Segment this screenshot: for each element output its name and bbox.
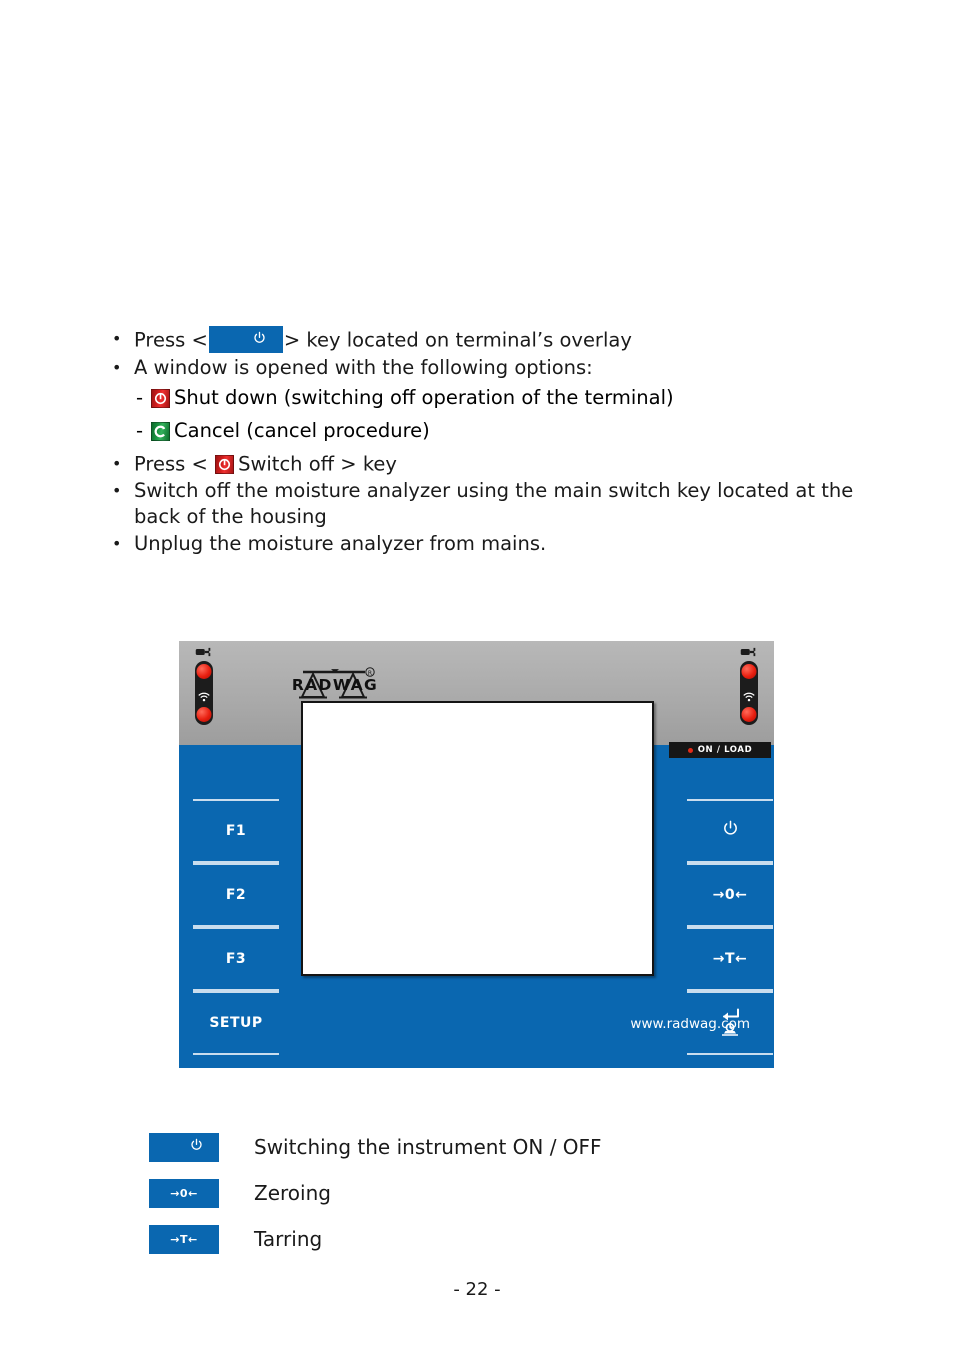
led-indicator [196,707,212,722]
key-divider [687,927,773,929]
sub-option-cancel: - Cancel (cancel procedure) [136,415,898,447]
bullet-marker: • [112,453,122,473]
bullet-marker: • [112,357,122,377]
shutdown-icon [215,454,235,474]
key-divider [193,991,279,993]
power-icon [252,327,267,353]
dash-marker: - [136,418,144,442]
tare-key[interactable]: →T← [687,927,773,991]
led-indicator [741,664,757,679]
key-divider [193,1053,279,1055]
legend-row-zero: →0← Zeroing [149,1170,769,1216]
instruction-text: Press < > key located on terminal’s over… [134,326,898,354]
instruction-text: Press < Switch off > key [134,451,898,478]
terminal-website: www.radwag.com [630,1016,750,1032]
zero-key[interactable]: →0← [687,863,773,927]
list-item-press-power-key: • Press < > key located on terminal’s ov… [108,326,898,354]
sub-option-label: Shut down (switching off operation of th… [174,385,674,409]
list-item-press-switch-off: • Press < Switch off > key [108,451,898,478]
shutdown-icon [151,388,170,408]
power-icon [687,819,773,844]
status-led-strip-left [195,661,213,725]
f1-key[interactable]: F1 [193,799,279,863]
instruction-text: Unplug the moisture analyzer from mains. [134,532,547,555]
on-load-led-icon [687,747,693,753]
dash-marker: - [136,385,144,409]
cancel-icon [151,421,170,441]
f2-key[interactable]: F2 [193,863,279,927]
svg-text:RADWAG: RADWAG [292,676,378,694]
key-divider [687,1053,773,1055]
bullet-marker: • [112,481,122,500]
instruction-text-after: > key located on terminal’s overlay [283,328,632,352]
page-number: - 22 - [453,1279,501,1300]
instruction-text: Switch off the moisture analyzer using t… [134,479,854,528]
wifi-icon [197,688,211,702]
sub-option-text: Cancel (cancel procedure) [150,415,430,447]
zero-icon: →0← [170,1186,198,1200]
legend-description: Zeroing [254,1181,331,1205]
tare-key-label: →T← [712,951,748,967]
on-load-label: ON / LOAD [697,745,753,755]
f1-key-label: F1 [225,823,247,839]
wifi-icon [742,688,756,702]
key-divider [193,799,279,801]
tare-icon: →T← [170,1232,198,1246]
terminal-display[interactable] [301,701,654,976]
f3-key[interactable]: F3 [193,927,279,991]
key-divider [193,863,279,865]
list-item-unplug: • Unplug the moisture analyzer from main… [108,531,898,557]
terminal-figure: R RADWAG ON / LOAD F1 F2 F3 SETUP →0← →T… [179,641,774,1068]
instruction-text-before: Press < [134,452,215,475]
legend-description: Switching the instrument ON / OFF [254,1135,602,1159]
led-indicator [196,664,212,679]
sub-option-shut-down: - Shut down (switching off operation of … [136,382,898,414]
sub-option-label: Cancel (cancel procedure) [174,418,430,442]
legend-description: Tarring [254,1227,323,1251]
power-icon [189,1137,204,1157]
f2-key-label: F2 [225,887,247,903]
list-item-main-switch: • Switch off the moisture analyzer using… [108,478,898,530]
list-item-window-opened: • A window is opened with the following … [108,355,898,381]
instruction-list: • Press < > key located on terminal’s ov… [108,326,898,558]
instruction-text: A window is opened with the following op… [134,355,593,379]
key-divider [687,799,773,801]
bullet-marker: • [112,329,122,348]
plug-icon [740,644,758,658]
on-load-indicator: ON / LOAD [669,742,771,758]
legend-row-power: Switching the instrument ON / OFF [149,1124,769,1170]
led-indicator [741,707,757,722]
status-led-strip-right [740,661,758,725]
instruction-text-after: Switch off > key [238,452,397,475]
zero-key-label: →0← [712,887,748,903]
sub-option-text: Shut down (switching off operation of th… [150,382,674,414]
plug-icon [195,644,213,658]
key-divider [687,991,773,993]
setup-key-label: SETUP [209,1015,263,1031]
key-divider [687,863,773,865]
instruction-text-before: Press < [134,328,208,352]
setup-key[interactable]: SETUP [193,991,279,1055]
power-key-swatch [149,1132,219,1162]
f3-key-label: F3 [225,951,247,967]
power-key[interactable] [687,799,773,863]
key-legend: Switching the instrument ON / OFF →0← Ze… [149,1124,769,1262]
legend-row-tare: →T← Tarring [149,1216,769,1262]
left-key-column: F1 F2 F3 SETUP [193,799,279,1055]
bullet-marker: • [112,534,122,553]
tare-key-swatch: →T← [149,1224,219,1254]
zero-key-swatch: →0← [149,1178,219,1208]
power-key-illustration [208,326,283,353]
key-divider [193,927,279,929]
